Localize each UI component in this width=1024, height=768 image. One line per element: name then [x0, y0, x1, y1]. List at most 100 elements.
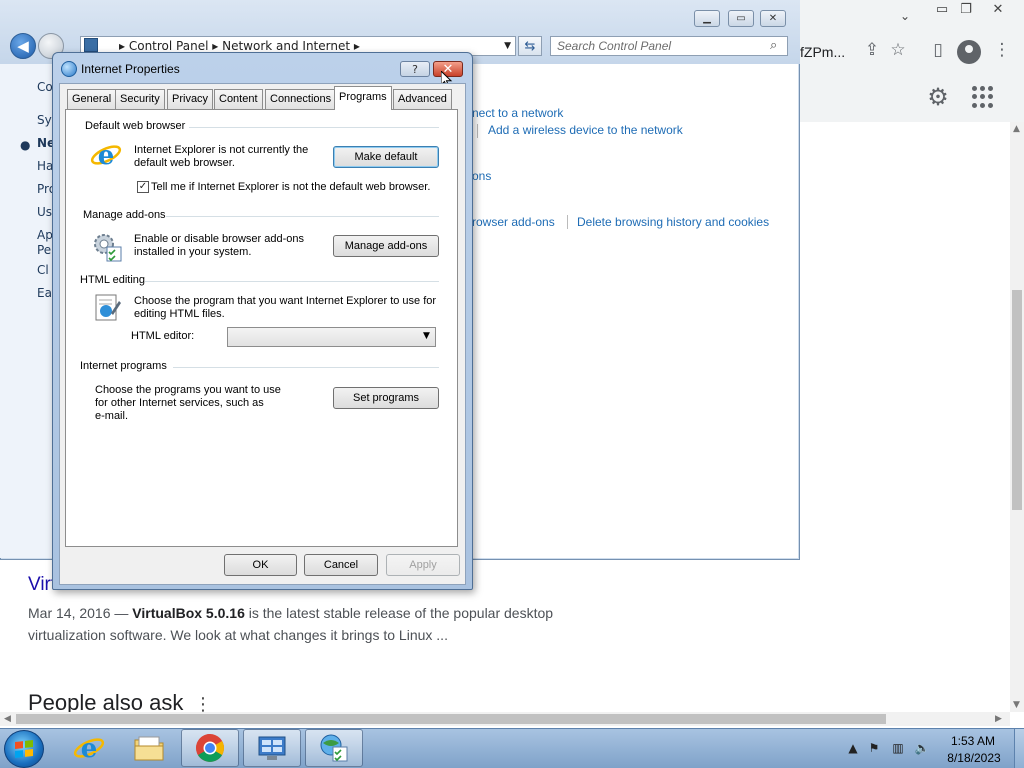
sidebar-item[interactable]: Co [37, 80, 53, 94]
default-browser-group-label: Default web browser [85, 120, 186, 132]
sidebar-item[interactable]: Ap [37, 228, 53, 242]
settings-gear-icon[interactable]: ⚙ [924, 83, 952, 111]
add-wireless-device-link[interactable]: Add a wireless device to the network [488, 123, 683, 137]
cp-minimize-button[interactable]: ▁ [694, 10, 720, 27]
chrome-url-fragment[interactable]: fZPm... [800, 44, 845, 60]
horizontal-scroll-thumb[interactable] [16, 714, 886, 724]
breadcrumb-arrow-icon[interactable]: ▸ [212, 39, 222, 53]
html-editing-text-2: editing HTML files. [134, 308, 225, 320]
help-button[interactable]: ? [400, 61, 430, 77]
tab-connections[interactable]: Connections [265, 89, 337, 109]
scroll-right-arrow-icon[interactable]: ▶ [995, 714, 1002, 724]
back-arrow-icon[interactable]: ◀ [10, 33, 36, 59]
internet-programs-text-1: Choose the programs you want to use [95, 384, 281, 396]
set-programs-button[interactable]: Set programs [333, 387, 439, 409]
sidebar-item[interactable]: Pe [37, 243, 51, 257]
profile-avatar-icon[interactable] [957, 40, 981, 64]
group-divider [145, 281, 439, 282]
side-panel-icon[interactable]: ▯ [926, 38, 950, 62]
manage-addons-button[interactable]: Manage add-ons [333, 235, 439, 257]
internet-properties-dialog: Internet Properties ? ✕ General Security… [52, 52, 473, 590]
html-editing-group-label: HTML editing [80, 274, 146, 286]
options-link[interactable]: ons [472, 169, 491, 183]
svg-text:e: e [81, 734, 98, 764]
chrome-icon [196, 734, 224, 762]
result-date: Mar 14, 2016 — [28, 605, 133, 621]
tab-security[interactable]: Security [115, 89, 165, 109]
html-editing-text-1: Choose the program that you want Interne… [134, 295, 437, 307]
delete-history-link[interactable]: Delete browsing history and cookies [577, 215, 769, 229]
make-default-button[interactable]: Make default [333, 146, 439, 168]
google-apps-icon[interactable] [972, 86, 994, 108]
action-center-flag-icon[interactable]: ⚑ [866, 740, 882, 756]
result-text-1: is the latest stable release of the popu… [244, 605, 554, 621]
volume-icon[interactable]: 🔈 [914, 740, 930, 756]
sidebar-item[interactable]: Cl [37, 263, 49, 277]
default-browser-text-2: default web browser. [134, 157, 235, 169]
cp-maximize-button[interactable]: ▭ [728, 10, 754, 27]
vertical-scroll-thumb[interactable] [1012, 290, 1022, 510]
tab-content[interactable]: Content [214, 89, 263, 109]
search-result-snippet: Mar 14, 2016 — VirtualBox 5.0.16 is the … [28, 602, 568, 646]
network-icon[interactable]: ▥ [890, 740, 906, 756]
chrome-restore-button[interactable]: ❐ [952, 0, 980, 18]
internet-programs-text-3: e-mail. [95, 410, 129, 422]
internet-explorer-icon: e [73, 734, 105, 764]
result-text-2: virtualization software. We look at what… [28, 627, 448, 643]
svg-text:e: e [98, 141, 115, 171]
select-dropdown-arrow-icon[interactable]: ▼ [423, 331, 430, 341]
tab-general[interactable]: General [67, 89, 117, 109]
html-editor-select[interactable] [227, 327, 436, 347]
refresh-icon[interactable]: ⇆ [518, 36, 542, 56]
taskbar-internet-explorer[interactable]: e [60, 729, 118, 767]
group-divider [173, 367, 439, 368]
taskbar-control-panel[interactable] [243, 729, 301, 767]
cp-close-button[interactable]: ✕ [760, 10, 786, 27]
search-icon[interactable]: ⌕ [770, 38, 777, 53]
scroll-left-arrow-icon[interactable]: ◀ [4, 714, 11, 724]
internet-properties-icon [320, 734, 348, 762]
addons-text-1: Enable or disable browser add-ons [134, 233, 304, 245]
scroll-down-arrow-icon[interactable]: ▼ [1013, 700, 1020, 710]
tell-default-checkbox[interactable]: ✓ [137, 181, 149, 193]
show-hidden-icons-icon[interactable]: ▲ [845, 740, 861, 756]
internet-programs-group-label: Internet programs [80, 360, 167, 372]
breadcrumb-arrow-icon[interactable]: ▸ [119, 39, 129, 53]
sidebar-item[interactable]: Sy [37, 113, 52, 127]
tab-programs[interactable]: Programs [334, 86, 392, 110]
sidebar-item[interactable]: Ha [37, 159, 53, 173]
cp-search-input[interactable]: Search Control Panel [550, 36, 788, 56]
internet-explorer-icon: e [90, 141, 122, 171]
browser-addons-link[interactable]: rowser add-ons [472, 215, 555, 229]
clock-time[interactable]: 1:53 AM [948, 734, 998, 748]
bookmark-star-icon[interactable]: ☆ [886, 38, 910, 62]
cancel-button[interactable]: Cancel [304, 554, 378, 576]
apply-button[interactable]: Apply [386, 554, 460, 576]
tab-privacy[interactable]: Privacy [167, 89, 214, 109]
taskbar-internet-properties[interactable] [305, 729, 363, 767]
breadcrumb-arrow-icon[interactable]: ▸ [354, 39, 360, 53]
tab-search-chevron-icon[interactable]: ⌄ [894, 6, 916, 26]
link-separator [477, 124, 478, 138]
sidebar-item[interactable]: Us [37, 205, 52, 219]
breadcrumb-network-internet[interactable]: Network and Internet [222, 39, 350, 53]
internet-options-icon [61, 61, 77, 77]
taskbar-chrome[interactable] [181, 729, 239, 767]
taskbar-file-explorer[interactable] [120, 729, 178, 767]
sidebar-item[interactable]: Ea [37, 286, 52, 300]
share-icon[interactable]: ⇪ [860, 38, 884, 62]
tell-default-label[interactable]: Tell me if Internet Explorer is not the … [151, 181, 430, 194]
group-divider [189, 127, 439, 128]
ok-button[interactable]: OK [224, 554, 297, 576]
scroll-up-arrow-icon[interactable]: ▲ [1013, 124, 1020, 134]
chrome-menu-icon[interactable]: ⋮ [990, 38, 1014, 62]
address-dropdown-icon[interactable]: ▼ [504, 37, 511, 55]
breadcrumb-control-panel[interactable]: Control Panel [129, 39, 209, 53]
connect-network-link[interactable]: nect to a network [472, 106, 563, 120]
chrome-close-button[interactable]: ✕ [984, 0, 1012, 18]
clock-date[interactable]: 8/18/2023 [944, 751, 1004, 765]
show-desktop-button[interactable] [1014, 729, 1024, 768]
result-bold: VirtualBox 5.0.16 [132, 605, 245, 621]
tab-advanced[interactable]: Advanced [393, 89, 452, 109]
html-editor-label: HTML editor: [131, 330, 195, 342]
